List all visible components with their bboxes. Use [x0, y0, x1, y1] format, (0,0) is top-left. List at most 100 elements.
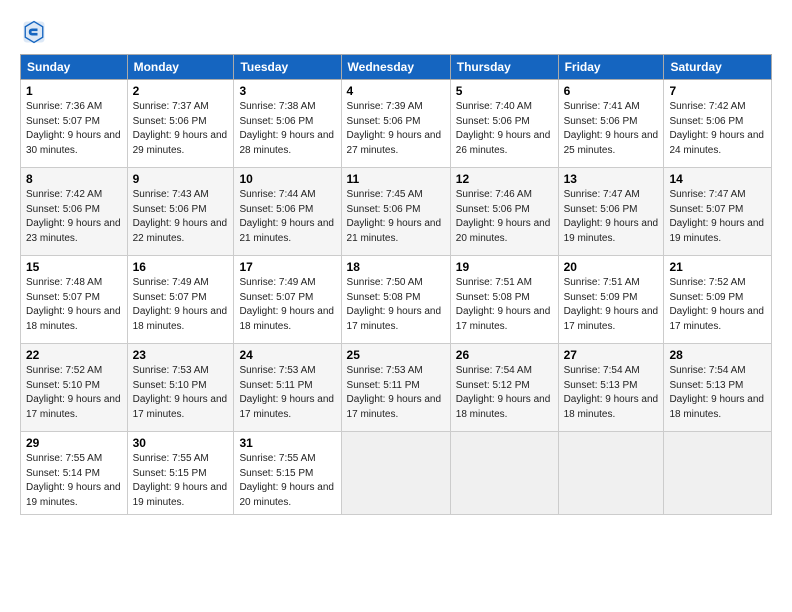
calendar-week-3: 15 Sunrise: 7:48 AM Sunset: 5:07 PM Dayli…: [21, 256, 772, 344]
day-number: 17: [239, 260, 335, 274]
calendar-cell: 23 Sunrise: 7:53 AM Sunset: 5:10 PM Dayli…: [127, 344, 234, 432]
col-header-sunday: Sunday: [21, 55, 128, 80]
calendar-cell: 27 Sunrise: 7:54 AM Sunset: 5:13 PM Dayli…: [558, 344, 664, 432]
day-number: 22: [26, 348, 122, 362]
day-number: 13: [564, 172, 659, 186]
day-info: Sunrise: 7:51 AM Sunset: 5:09 PM Dayligh…: [564, 276, 659, 334]
calendar-cell: [664, 432, 772, 515]
day-info: Sunrise: 7:53 AM Sunset: 5:10 PM Dayligh…: [133, 364, 229, 422]
day-number: 2: [133, 84, 229, 98]
calendar-cell: 19 Sunrise: 7:51 AM Sunset: 5:08 PM Dayli…: [450, 256, 558, 344]
calendar-cell: 16 Sunrise: 7:49 AM Sunset: 5:07 PM Dayli…: [127, 256, 234, 344]
calendar-cell: 1 Sunrise: 7:36 AM Sunset: 5:07 PM Daylig…: [21, 80, 128, 168]
calendar-week-4: 22 Sunrise: 7:52 AM Sunset: 5:10 PM Dayli…: [21, 344, 772, 432]
day-info: Sunrise: 7:47 AM Sunset: 5:06 PM Dayligh…: [564, 188, 659, 246]
day-number: 19: [456, 260, 553, 274]
calendar-cell: 8 Sunrise: 7:42 AM Sunset: 5:06 PM Daylig…: [21, 168, 128, 256]
day-number: 26: [456, 348, 553, 362]
day-number: 27: [564, 348, 659, 362]
calendar-cell: 15 Sunrise: 7:48 AM Sunset: 5:07 PM Dayli…: [21, 256, 128, 344]
day-number: 10: [239, 172, 335, 186]
day-number: 9: [133, 172, 229, 186]
day-number: 30: [133, 436, 229, 450]
day-number: 11: [347, 172, 445, 186]
col-header-saturday: Saturday: [664, 55, 772, 80]
calendar-week-1: 1 Sunrise: 7:36 AM Sunset: 5:07 PM Daylig…: [21, 80, 772, 168]
day-info: Sunrise: 7:49 AM Sunset: 5:07 PM Dayligh…: [133, 276, 229, 334]
calendar-cell: 13 Sunrise: 7:47 AM Sunset: 5:06 PM Dayli…: [558, 168, 664, 256]
day-info: Sunrise: 7:39 AM Sunset: 5:06 PM Dayligh…: [347, 100, 445, 158]
day-number: 24: [239, 348, 335, 362]
calendar-cell: 29Sunrise: 7:55 AM Sunset: 5:14 PM Dayli…: [21, 432, 128, 515]
day-number: 25: [347, 348, 445, 362]
col-header-monday: Monday: [127, 55, 234, 80]
calendar-cell: 14 Sunrise: 7:47 AM Sunset: 5:07 PM Dayli…: [664, 168, 772, 256]
day-info: Sunrise: 7:47 AM Sunset: 5:07 PM Dayligh…: [669, 188, 766, 246]
day-number: 8: [26, 172, 122, 186]
calendar-week-2: 8 Sunrise: 7:42 AM Sunset: 5:06 PM Daylig…: [21, 168, 772, 256]
calendar-cell: 24 Sunrise: 7:53 AM Sunset: 5:11 PM Dayli…: [234, 344, 341, 432]
calendar-cell: 7Sunrise: 7:42 AM Sunset: 5:06 PM Daylig…: [664, 80, 772, 168]
calendar-header-row: SundayMondayTuesdayWednesdayThursdayFrid…: [21, 55, 772, 80]
calendar-cell: 30 Sunrise: 7:55 AM Sunset: 5:15 PM Dayli…: [127, 432, 234, 515]
day-info: Sunrise: 7:42 AM Sunset: 5:06 PM Dayligh…: [669, 100, 766, 158]
logo: [20, 18, 52, 46]
day-info: Sunrise: 7:53 AM Sunset: 5:11 PM Dayligh…: [347, 364, 445, 422]
day-number: 4: [347, 84, 445, 98]
calendar-cell: 6 Sunrise: 7:41 AM Sunset: 5:06 PM Daylig…: [558, 80, 664, 168]
day-info: Sunrise: 7:48 AM Sunset: 5:07 PM Dayligh…: [26, 276, 122, 334]
calendar-cell: 11 Sunrise: 7:45 AM Sunset: 5:06 PM Dayli…: [341, 168, 450, 256]
day-info: Sunrise: 7:37 AM Sunset: 5:06 PM Dayligh…: [133, 100, 229, 158]
day-number: 14: [669, 172, 766, 186]
day-info: Sunrise: 7:36 AM Sunset: 5:07 PM Dayligh…: [26, 100, 122, 158]
day-info: Sunrise: 7:42 AM Sunset: 5:06 PM Dayligh…: [26, 188, 122, 246]
day-info: Sunrise: 7:41 AM Sunset: 5:06 PM Dayligh…: [564, 100, 659, 158]
day-info: Sunrise: 7:55 AM Sunset: 5:15 PM Dayligh…: [133, 452, 229, 510]
day-info: Sunrise: 7:44 AM Sunset: 5:06 PM Dayligh…: [239, 188, 335, 246]
header: [20, 18, 772, 46]
logo-icon: [20, 18, 48, 46]
day-info: Sunrise: 7:55 AM Sunset: 5:15 PM Dayligh…: [239, 452, 335, 510]
day-info: Sunrise: 7:52 AM Sunset: 5:10 PM Dayligh…: [26, 364, 122, 422]
day-number: 6: [564, 84, 659, 98]
day-info: Sunrise: 7:51 AM Sunset: 5:08 PM Dayligh…: [456, 276, 553, 334]
calendar-cell: 28Sunrise: 7:54 AM Sunset: 5:13 PM Dayli…: [664, 344, 772, 432]
day-info: Sunrise: 7:53 AM Sunset: 5:11 PM Dayligh…: [239, 364, 335, 422]
day-info: Sunrise: 7:52 AM Sunset: 5:09 PM Dayligh…: [669, 276, 766, 334]
col-header-thursday: Thursday: [450, 55, 558, 80]
calendar-cell: 2 Sunrise: 7:37 AM Sunset: 5:06 PM Daylig…: [127, 80, 234, 168]
calendar-cell: 18Sunrise: 7:50 AM Sunset: 5:08 PM Dayli…: [341, 256, 450, 344]
calendar-cell: 25 Sunrise: 7:53 AM Sunset: 5:11 PM Dayli…: [341, 344, 450, 432]
day-info: Sunrise: 7:49 AM Sunset: 5:07 PM Dayligh…: [239, 276, 335, 334]
day-number: 29: [26, 436, 122, 450]
calendar-cell: 26Sunrise: 7:54 AM Sunset: 5:12 PM Dayli…: [450, 344, 558, 432]
day-info: Sunrise: 7:54 AM Sunset: 5:13 PM Dayligh…: [564, 364, 659, 422]
calendar-cell: 3Sunrise: 7:38 AM Sunset: 5:06 PM Daylig…: [234, 80, 341, 168]
calendar-cell: [558, 432, 664, 515]
day-number: 21: [669, 260, 766, 274]
day-number: 31: [239, 436, 335, 450]
calendar-cell: 5 Sunrise: 7:40 AM Sunset: 5:06 PM Daylig…: [450, 80, 558, 168]
day-info: Sunrise: 7:50 AM Sunset: 5:08 PM Dayligh…: [347, 276, 445, 334]
day-number: 20: [564, 260, 659, 274]
calendar-table: SundayMondayTuesdayWednesdayThursdayFrid…: [20, 54, 772, 515]
day-info: Sunrise: 7:40 AM Sunset: 5:06 PM Dayligh…: [456, 100, 553, 158]
calendar-cell: 21 Sunrise: 7:52 AM Sunset: 5:09 PM Dayli…: [664, 256, 772, 344]
calendar-cell: 9 Sunrise: 7:43 AM Sunset: 5:06 PM Daylig…: [127, 168, 234, 256]
day-info: Sunrise: 7:45 AM Sunset: 5:06 PM Dayligh…: [347, 188, 445, 246]
calendar-cell: 12Sunrise: 7:46 AM Sunset: 5:06 PM Dayli…: [450, 168, 558, 256]
day-number: 15: [26, 260, 122, 274]
page: SundayMondayTuesdayWednesdayThursdayFrid…: [0, 0, 792, 612]
day-number: 5: [456, 84, 553, 98]
calendar-week-5: 29Sunrise: 7:55 AM Sunset: 5:14 PM Dayli…: [21, 432, 772, 515]
calendar-cell: 4 Sunrise: 7:39 AM Sunset: 5:06 PM Daylig…: [341, 80, 450, 168]
day-info: Sunrise: 7:54 AM Sunset: 5:13 PM Dayligh…: [669, 364, 766, 422]
day-number: 23: [133, 348, 229, 362]
day-info: Sunrise: 7:43 AM Sunset: 5:06 PM Dayligh…: [133, 188, 229, 246]
calendar-cell: 17 Sunrise: 7:49 AM Sunset: 5:07 PM Dayli…: [234, 256, 341, 344]
day-number: 1: [26, 84, 122, 98]
day-number: 16: [133, 260, 229, 274]
day-info: Sunrise: 7:38 AM Sunset: 5:06 PM Dayligh…: [239, 100, 335, 158]
col-header-tuesday: Tuesday: [234, 55, 341, 80]
calendar-cell: 31 Sunrise: 7:55 AM Sunset: 5:15 PM Dayli…: [234, 432, 341, 515]
